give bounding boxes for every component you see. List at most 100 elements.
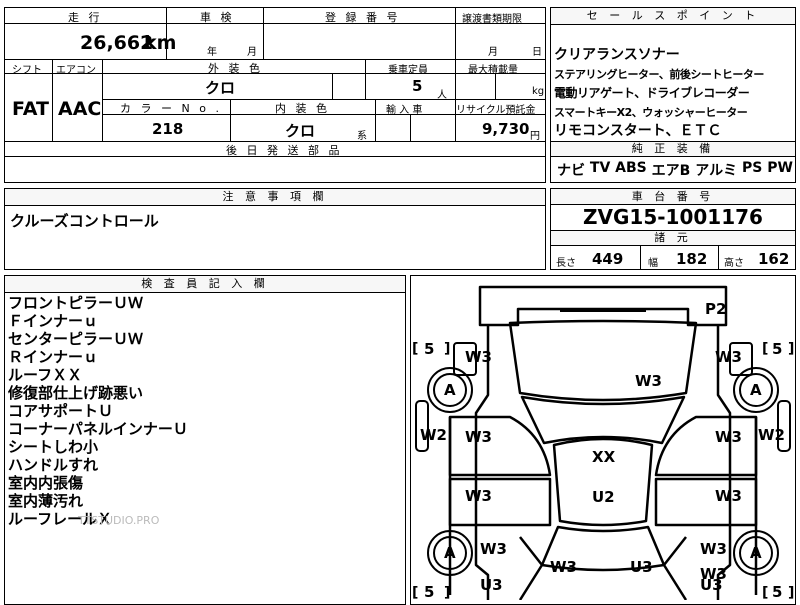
mark-w3-front-right: W3 bbox=[715, 348, 742, 366]
inspection-label: 車 検 bbox=[200, 11, 235, 24]
capacity-unit: 人 bbox=[437, 90, 447, 101]
mark-w3-door-left-1: W3 bbox=[465, 428, 492, 446]
tyre-tread-rear-right: 5 bbox=[772, 583, 783, 601]
notes-text: クルーズコントロール bbox=[10, 212, 159, 230]
interior-color-value: クロ bbox=[285, 122, 316, 140]
mark-w3-front-left: W3 bbox=[465, 348, 492, 366]
import-label: 輸 入 車 bbox=[386, 105, 423, 116]
inspector-line: フロントピラーＵＷ bbox=[8, 294, 144, 312]
aircon-label: エアコン bbox=[56, 65, 96, 76]
mark-a-rear-left: A bbox=[444, 544, 456, 562]
capacity-label: 乗車定員 bbox=[388, 65, 428, 76]
equipment-list: ナビ TV ABS エアB アルミ PS PW bbox=[557, 160, 793, 180]
mark-u3-left: U3 bbox=[480, 576, 503, 594]
mileage-label: 走 行 bbox=[68, 11, 103, 24]
length-label: 長さ bbox=[556, 258, 576, 269]
sales-point-line: スマートキーX2、ウォッシャーヒーター bbox=[554, 106, 748, 119]
inspector-line: ルーフＸＸ bbox=[8, 366, 83, 384]
inspector-line: センターピラーＵＷ bbox=[8, 330, 144, 348]
mark-w3-rear-right: W3 bbox=[700, 540, 727, 558]
svg-text:]: ] bbox=[788, 341, 794, 357]
later-parts-label: 後 日 発 送 部 品 bbox=[226, 144, 343, 157]
color-no-label: カ ラ ー N o . bbox=[120, 102, 222, 115]
inspector-header: 検 査 員 記 入 欄 bbox=[5, 276, 405, 293]
length-value: 449 bbox=[592, 250, 624, 268]
svg-text:[: [ bbox=[412, 585, 418, 600]
registration-label: 登 録 番 号 bbox=[325, 11, 401, 24]
tyre-tread-front-right: 5 bbox=[772, 340, 783, 358]
mark-w3-door-right-2: W3 bbox=[715, 487, 742, 505]
equipment-item: PS bbox=[741, 160, 763, 176]
equipment-item: アルミ bbox=[695, 163, 738, 179]
color-no-value: 218 bbox=[152, 120, 184, 138]
inspection-month: 月 bbox=[247, 47, 257, 58]
interior-color-suffix: 系 bbox=[357, 131, 367, 142]
exterior-color-value: クロ bbox=[205, 79, 236, 97]
capacity-value: 5 bbox=[412, 77, 423, 95]
inspector-line: Ｒインナーｕ bbox=[8, 348, 99, 366]
mark-w2-left: W2 bbox=[420, 426, 447, 444]
notes-header: 注 意 事 項 欄 bbox=[5, 189, 545, 206]
chassis-header: 車 台 番 号 bbox=[551, 189, 795, 205]
inspector-line: 室内薄汚れ bbox=[8, 492, 84, 510]
exterior-color-label: 外 装 色 bbox=[208, 62, 263, 75]
svg-text:]: ] bbox=[444, 585, 450, 600]
mark-a-front-left: A bbox=[444, 381, 456, 399]
aircon-value: AAC bbox=[58, 98, 102, 120]
mark-w3-rear-left: W3 bbox=[480, 540, 507, 558]
equipment-item: TV bbox=[589, 160, 611, 176]
equipment-item: ナビ bbox=[557, 163, 585, 179]
shift-label: シフト bbox=[12, 65, 42, 76]
svg-text:]: ] bbox=[788, 585, 794, 600]
mileage-value: 26,662 bbox=[80, 32, 154, 54]
mark-xx-roof: XX bbox=[592, 448, 616, 466]
inspector-lines: フロントピラーＵＷ Ｆインナーｕ センターピラーＵＷ Ｒインナーｕ ルーフＸＸ … bbox=[8, 294, 188, 528]
sales-point-line: ステアリングヒーター、前後シートヒーター bbox=[554, 68, 764, 81]
max-load-unit: kg bbox=[532, 86, 545, 97]
height-value: 162 bbox=[758, 250, 790, 268]
equipment-header: 純 正 装 備 bbox=[551, 142, 795, 157]
tyre-tread-rear-left: 5 bbox=[424, 583, 435, 601]
mileage-unit: km bbox=[144, 32, 177, 54]
recycle-value: 9,730 bbox=[482, 120, 530, 138]
watermark: TTSTUDIO.PRO bbox=[78, 514, 160, 527]
svg-text:[: [ bbox=[762, 585, 768, 600]
mark-a-front-right: A bbox=[750, 381, 762, 399]
tyre-tread-front-left: 5 bbox=[424, 340, 435, 358]
recycle-unit: 円 bbox=[530, 131, 540, 142]
max-load-label: 最大積載量 bbox=[468, 65, 518, 76]
sales-point-line: リモコンスタート、ＥＴＣ bbox=[554, 123, 722, 139]
svg-text:]: ] bbox=[444, 341, 450, 357]
inspector-line: コアサポートＵ bbox=[8, 402, 114, 420]
inspector-line: コーナーパネルインナーＵ bbox=[8, 420, 188, 438]
inspector-line: シートしわ小 bbox=[8, 438, 99, 456]
mark-w3-door-right-1: W3 bbox=[715, 428, 742, 446]
recycle-label: リサイクル預託金 bbox=[456, 105, 536, 116]
svg-text:[: [ bbox=[412, 341, 418, 357]
interior-color-label: 内 装 色 bbox=[275, 102, 330, 115]
mark-w3-door-left-2: W3 bbox=[465, 487, 492, 505]
chassis-number: ZVG15-1001176 bbox=[583, 205, 763, 229]
transfer-deadline-label: 譲渡書類期限 bbox=[462, 14, 522, 25]
mark-a-rear-right: A bbox=[750, 544, 762, 562]
mark-u3-right: U3 bbox=[700, 576, 723, 594]
equipment-item: エアB bbox=[651, 163, 691, 179]
inspection-year: 年 bbox=[207, 47, 217, 58]
inspector-line: Ｆインナーｕ bbox=[8, 312, 99, 330]
width-value: 182 bbox=[676, 250, 708, 268]
specs-header: 諸 元 bbox=[551, 231, 795, 246]
mark-u3-center: U3 bbox=[630, 558, 653, 576]
sales-points-list: クリアランスソナー ステアリングヒーター、前後シートヒーター 電動リアゲート、ド… bbox=[554, 46, 794, 141]
inspector-line: 修復部仕上げ跡悪い bbox=[8, 384, 144, 402]
sales-point-line: クリアランスソナー bbox=[554, 47, 680, 63]
sales-point-line: 電動リアゲート、ドライブレコーダー bbox=[554, 86, 750, 100]
width-label: 幅 bbox=[648, 258, 658, 269]
height-label: 高さ bbox=[724, 258, 744, 269]
mark-p2: P2 bbox=[705, 300, 727, 318]
sales-points-header: セ ー ル ス ポ イ ン ト bbox=[551, 8, 795, 25]
mark-w3-hood: W3 bbox=[635, 372, 662, 390]
equipment-item: PW bbox=[767, 160, 793, 176]
transfer-day: 日 bbox=[532, 47, 542, 58]
svg-text:[: [ bbox=[762, 341, 768, 357]
inspector-line: 室内内張傷 bbox=[8, 474, 84, 492]
